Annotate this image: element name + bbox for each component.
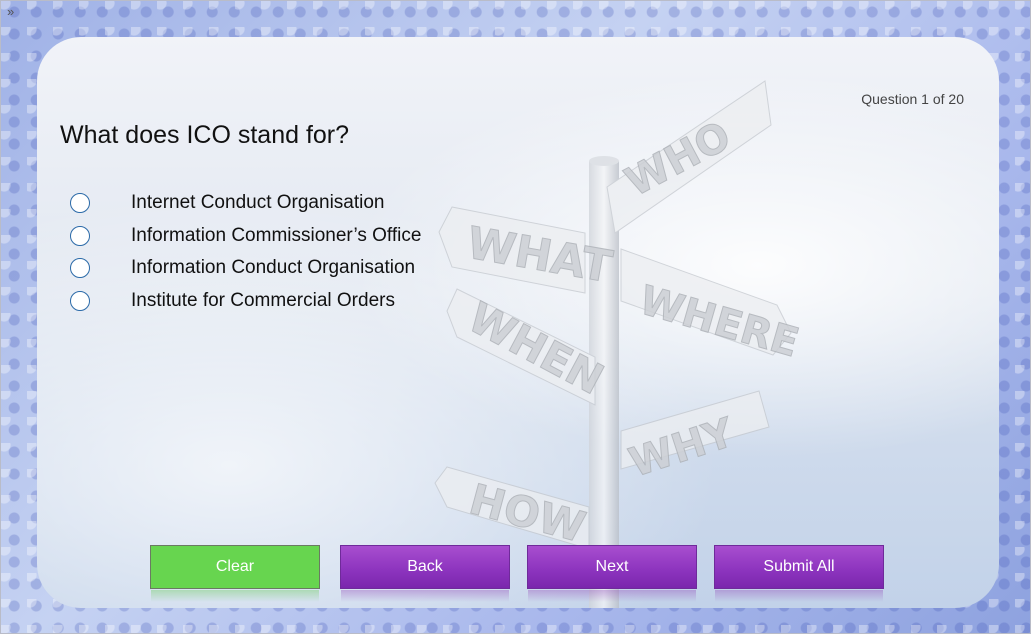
sign-how: HOW (464, 474, 590, 552)
sign-who: WHO (618, 113, 738, 206)
submit-all-button[interactable]: Submit All (714, 545, 884, 602)
app-frame: » WHO WHAT WHERE WHEN WHY HOW Question 1… (0, 0, 1031, 634)
question-text: What does ICO stand for? (60, 121, 350, 149)
expand-menu-icon[interactable]: » (7, 5, 14, 18)
answer-option-label[interactable]: Internet Conduct Organisation (131, 192, 385, 214)
answer-option-label[interactable]: Information Conduct Organisation (131, 257, 415, 279)
answer-option-4[interactable]: Institute for Commercial Orders (70, 285, 395, 318)
answer-options: Internet Conduct Organisation Informatio… (70, 187, 421, 318)
clear-button[interactable]: Clear (150, 545, 320, 602)
answer-option-3[interactable]: Information Conduct Organisation (70, 252, 415, 285)
radio-button-icon[interactable] (70, 290, 90, 311)
answer-option-label[interactable]: Information Commissioner’s Office (131, 225, 421, 247)
answer-option-1[interactable]: Internet Conduct Organisation (70, 187, 385, 220)
back-button[interactable]: Back (340, 545, 510, 602)
quiz-card: WHO WHAT WHERE WHEN WHY HOW Question 1 o… (37, 37, 999, 608)
radio-button-icon[interactable] (70, 225, 90, 246)
radio-button-icon[interactable] (70, 258, 90, 279)
question-counter: Question 1 of 20 (861, 91, 964, 107)
answer-option-2[interactable]: Information Commissioner’s Office (70, 220, 421, 253)
next-button[interactable]: Next (527, 545, 697, 602)
answer-option-label[interactable]: Institute for Commercial Orders (131, 290, 395, 312)
radio-button-icon[interactable] (70, 193, 90, 214)
